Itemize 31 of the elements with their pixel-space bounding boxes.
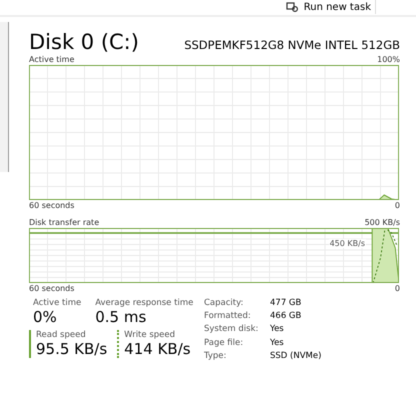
disk-model: SSDPEMKF512G8 NVMe INTEL 512GB: [184, 38, 400, 52]
stat-value: 0%: [33, 308, 58, 326]
property-label: Formatted:: [204, 311, 252, 322]
property-label: Page file:: [204, 338, 244, 349]
property-value: Yes: [270, 324, 285, 336]
property-label: Capacity:: [204, 298, 244, 310]
chart-scale-label: 450 KB/s: [328, 239, 366, 248]
property-value: 477 GB: [270, 298, 302, 310]
time-label: 60 seconds: [29, 283, 74, 294]
stat-value: 0.5 ms: [95, 308, 148, 326]
stat-label: Write speed: [124, 330, 176, 340]
property-value: Yes: [270, 338, 285, 349]
stat-label: Active time: [33, 298, 82, 308]
disk-title: Disk 0 (C:): [29, 30, 139, 54]
chart-label: Disk transfer rate: [29, 217, 100, 228]
property-value: SSD (NVMe): [270, 350, 322, 362]
time-label: 60 seconds: [29, 200, 74, 211]
stat-label: Read speed: [36, 330, 87, 340]
time-label: 0: [394, 283, 400, 294]
time-label: 0: [394, 200, 400, 211]
chart-label: Active time: [29, 54, 74, 65]
stat-label: Average response time: [95, 298, 194, 308]
property-label: System disk:: [204, 324, 260, 336]
property-value: 466 GB: [270, 311, 302, 322]
stat-value: 414 KB/s: [124, 340, 191, 358]
property-label: Type:: [204, 350, 228, 362]
task-icon: [286, 2, 298, 12]
run-new-task-button[interactable]: Run new task: [282, 0, 376, 14]
stat-value: 95.5 KB/s: [36, 340, 108, 358]
chart-max: 500 KB/s: [364, 217, 400, 228]
chart-max: 100%: [377, 54, 400, 65]
